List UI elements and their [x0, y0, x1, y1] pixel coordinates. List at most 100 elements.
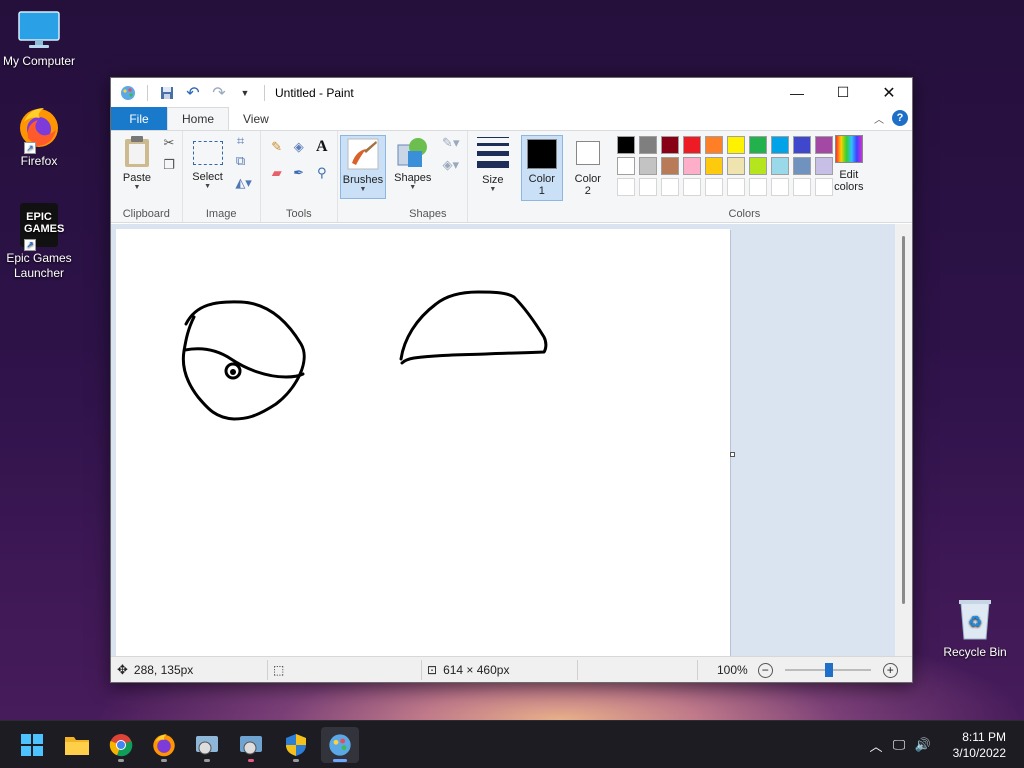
help-icon[interactable]: ?	[892, 110, 908, 126]
window-title: Untitled - Paint	[275, 85, 354, 100]
divider	[577, 660, 578, 680]
scrollbar-thumb[interactable]	[902, 236, 905, 604]
color2-label: Color	[574, 173, 601, 185]
paste-button[interactable]: Paste ▼	[119, 135, 155, 192]
size-button[interactable]: Size ▼	[476, 135, 510, 194]
palette-color-swatch[interactable]	[726, 136, 745, 154]
save-icon[interactable]	[156, 82, 178, 104]
start-button[interactable]	[13, 727, 51, 763]
size-label: Size	[482, 174, 504, 186]
color2-button[interactable]: Color 2	[567, 135, 609, 201]
palette-color-swatch[interactable]	[616, 136, 635, 154]
custom-color-slot[interactable]	[660, 178, 679, 196]
palette-color-swatch[interactable]	[638, 136, 657, 154]
network-icon[interactable]: 🖵	[886, 737, 912, 753]
palette-color-swatch[interactable]	[792, 136, 811, 154]
custom-color-slot[interactable]	[704, 178, 723, 196]
color1-button[interactable]: Color 1	[520, 135, 563, 201]
text-icon[interactable]: A	[312, 137, 332, 157]
copy-icon[interactable]: ❐	[159, 155, 179, 175]
ribbon-tabs: File Home View ︿ ?	[111, 107, 912, 130]
fill-shape-icon[interactable]: ◈▾	[437, 155, 465, 175]
brushes-group: Brushes ▼	[338, 131, 389, 222]
maximize-button[interactable]: ☐	[820, 78, 866, 107]
color-picker-icon[interactable]: ✒	[289, 163, 309, 183]
palette-color-swatch[interactable]	[682, 136, 701, 154]
palette-color-swatch[interactable]	[616, 157, 635, 175]
zoom-slider[interactable]	[784, 663, 871, 677]
cursor-position-text: 288, 135px	[133, 663, 194, 677]
brushes-button[interactable]: Brushes ▼	[339, 135, 386, 199]
palette-color-swatch[interactable]	[792, 157, 811, 175]
select-button[interactable]: Select ▼	[191, 135, 225, 191]
shapes-button[interactable]: Shapes ▼	[393, 135, 433, 192]
crop-icon[interactable]: ⌗	[231, 131, 251, 151]
undo-icon[interactable]: ↶	[182, 82, 204, 104]
zoom-slider-thumb[interactable]	[824, 663, 833, 677]
canvas-resize-handle[interactable]	[730, 452, 735, 457]
fill-icon[interactable]: ◈	[289, 137, 309, 157]
taskbar-app-2[interactable]	[232, 727, 270, 763]
windows-logo-icon	[21, 734, 43, 756]
close-button[interactable]: ✕	[866, 78, 912, 107]
zoom-out-icon[interactable]: −	[757, 662, 773, 678]
clock[interactable]: 8:11 PM 3/10/2022	[953, 729, 1006, 761]
taskbar-app-1[interactable]	[188, 727, 226, 763]
custom-color-slot[interactable]	[638, 178, 657, 196]
vertical-scrollbar[interactable]	[895, 224, 912, 656]
canvas-size-text: 614 × 460px	[443, 663, 510, 677]
desktop-icon-my-computer[interactable]: My Computer	[0, 10, 82, 69]
palette-color-swatch[interactable]	[770, 157, 789, 175]
palette-color-swatch[interactable]	[726, 157, 745, 175]
outline-icon[interactable]: ✎▾	[437, 133, 465, 153]
edit-colors-button[interactable]: Edit colors	[829, 135, 869, 193]
palette-color-swatch[interactable]	[748, 136, 767, 154]
canvas-workspace[interactable]	[111, 224, 912, 656]
tab-view[interactable]: View	[229, 107, 283, 130]
edit-colors-label: Edit	[839, 169, 859, 181]
taskbar-file-explorer[interactable]	[58, 727, 96, 763]
custom-color-slot[interactable]	[616, 178, 635, 196]
palette-color-swatch[interactable]	[770, 136, 789, 154]
palette-color-swatch[interactable]	[660, 136, 679, 154]
palette-color-swatch[interactable]	[638, 157, 657, 175]
taskbar-firefox[interactable]	[145, 727, 183, 763]
title-bar: ↶ ↷ ▼ Untitled - Paint — ☐ ✕	[111, 78, 912, 107]
paint-app-icon[interactable]	[117, 82, 139, 104]
palette-color-swatch[interactable]	[748, 157, 767, 175]
pencil-icon[interactable]: ✎	[267, 137, 287, 157]
show-hidden-icons-icon[interactable]: ︿	[866, 736, 886, 755]
magnifier-icon[interactable]: ⚲	[312, 163, 332, 183]
palette-color-swatch[interactable]	[660, 157, 679, 175]
custom-color-slot[interactable]	[792, 178, 811, 196]
edit-colors-label-2: colors	[834, 181, 864, 193]
desktop-icon-recycle-bin[interactable]: ♻ Recycle Bin	[932, 597, 1018, 660]
minimize-button[interactable]: —	[774, 78, 820, 107]
quick-access-toolbar: ↶ ↷ ▼	[111, 82, 269, 104]
custom-color-slot[interactable]	[726, 178, 745, 196]
rotate-icon[interactable]: ◭▾	[231, 173, 257, 193]
custom-color-slot[interactable]	[682, 178, 701, 196]
collapse-ribbon-icon[interactable]: ︿	[874, 111, 884, 126]
app-window-icon	[240, 736, 262, 755]
custom-color-slot[interactable]	[748, 178, 767, 196]
cut-icon[interactable]: ✂	[159, 133, 179, 153]
palette-color-swatch[interactable]	[682, 157, 701, 175]
taskbar-chrome[interactable]	[102, 727, 140, 763]
eraser-icon[interactable]: ▰	[267, 163, 287, 183]
tab-home[interactable]: Home	[167, 107, 230, 130]
tab-file[interactable]: File	[111, 107, 167, 130]
palette-color-swatch[interactable]	[704, 136, 723, 154]
resize-icon[interactable]: ⧉	[231, 151, 251, 171]
drawing-canvas[interactable]	[116, 229, 730, 656]
customize-dropdown-icon[interactable]: ▼	[234, 82, 256, 104]
redo-icon[interactable]: ↷	[208, 82, 230, 104]
custom-color-slot[interactable]	[770, 178, 789, 196]
palette-color-swatch[interactable]	[704, 157, 723, 175]
volume-icon[interactable]: 🔊	[912, 737, 934, 753]
taskbar-security[interactable]	[277, 727, 315, 763]
desktop-icon-epic-games[interactable]: EPIC GAMES ↗ Epic Games Launcher	[0, 203, 82, 281]
desktop-icon-firefox[interactable]: ↗ Firefox	[0, 104, 82, 169]
taskbar-paint[interactable]	[321, 727, 359, 763]
zoom-in-icon[interactable]: +	[882, 662, 898, 678]
